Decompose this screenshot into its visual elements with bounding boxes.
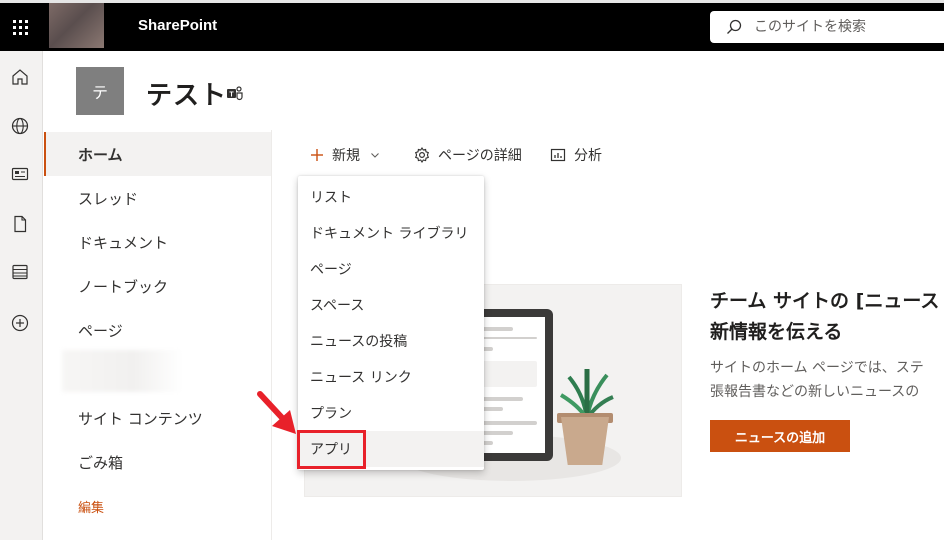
nav-item-label: ドキュメント bbox=[78, 233, 169, 252]
list-icon bbox=[12, 264, 28, 280]
plant-pot bbox=[561, 417, 609, 465]
search-box[interactable] bbox=[710, 11, 944, 43]
hero-desc-line: 張報告書などの新しいニュースの bbox=[710, 384, 920, 400]
suite-bar: SharePoint bbox=[0, 0, 944, 51]
nav-item-notebook[interactable]: ノートブック bbox=[44, 264, 271, 308]
menu-item-space[interactable]: スペース bbox=[298, 287, 484, 323]
site-logo-letter: テ bbox=[91, 83, 108, 102]
hero-desc-line: サイトのホーム ページでは、ステ bbox=[710, 360, 924, 376]
nav-item-label: ごみ箱 bbox=[78, 453, 124, 472]
menu-item-list[interactable]: リスト bbox=[298, 179, 484, 215]
menu-item-news-link[interactable]: ニュース リンク bbox=[298, 359, 484, 395]
appbar-sites-button[interactable] bbox=[8, 114, 32, 138]
new-button[interactable]: 新規 bbox=[310, 144, 380, 166]
search-icon bbox=[727, 19, 742, 34]
nav-edit-label: 編集 bbox=[78, 500, 105, 516]
search-input[interactable] bbox=[754, 19, 944, 35]
nav-item-documents[interactable]: ドキュメント bbox=[44, 220, 271, 264]
app-launcher-button[interactable] bbox=[0, 3, 40, 51]
appbar-create-button[interactable] bbox=[8, 311, 32, 335]
appbar-files-button[interactable] bbox=[8, 212, 32, 236]
organization-logo[interactable] bbox=[49, 3, 104, 48]
suite-bar-top-line bbox=[0, 0, 944, 3]
hero-title: チーム サイトの [ニュース 新情報を伝える bbox=[710, 286, 944, 348]
menu-item-page[interactable]: ページ bbox=[298, 251, 484, 287]
nav-item-label: ホーム bbox=[78, 145, 123, 164]
brand-name[interactable]: SharePoint bbox=[138, 17, 217, 34]
nav-item-site-contents[interactable]: サイト コンテンツ bbox=[44, 396, 271, 440]
page-details-label: ページの詳細 bbox=[438, 148, 522, 164]
hero-title-line: 新情報を伝える bbox=[710, 321, 843, 343]
add-circle-icon bbox=[11, 314, 29, 332]
gear-icon bbox=[414, 147, 430, 163]
site-title[interactable]: テスト bbox=[146, 75, 227, 112]
site-logo[interactable]: テ bbox=[76, 67, 124, 115]
menu-item-news-post[interactable]: ニュースの投稿 bbox=[298, 323, 484, 359]
site-navigation: ホーム スレッド ドキュメント ノートブック ページ サイト コンテンツ ごみ箱… bbox=[44, 130, 272, 540]
appbar-news-button[interactable] bbox=[8, 162, 32, 186]
highlight-box bbox=[297, 430, 366, 469]
hero-description: サイトのホーム ページでは、ステ 張報告書などの新しいニュースの bbox=[710, 356, 944, 404]
svg-text:T: T bbox=[229, 92, 234, 99]
new-dropdown-menu: リスト ドキュメント ライブラリ ページ スペース ニュースの投稿 ニュース リ… bbox=[298, 176, 484, 470]
plant-icon bbox=[559, 369, 614, 419]
analytics-label: 分析 bbox=[574, 148, 602, 164]
globe-icon bbox=[11, 117, 29, 135]
nav-item-label: スレッド bbox=[78, 189, 139, 208]
document-icon bbox=[14, 215, 27, 233]
page-details-button[interactable]: ページの詳細 bbox=[414, 144, 522, 166]
nav-item-pages[interactable]: ページ bbox=[44, 308, 271, 352]
chevron-down-icon bbox=[371, 153, 379, 158]
nav-item-label: ページ bbox=[78, 321, 123, 340]
add-news-button[interactable]: ニュースの追加 bbox=[710, 420, 850, 452]
waffle-icon bbox=[12, 19, 28, 35]
analytics-button[interactable]: 分析 bbox=[550, 144, 602, 166]
news-icon bbox=[11, 167, 29, 181]
teams-icon[interactable]: T bbox=[226, 86, 244, 102]
nav-item-home[interactable]: ホーム bbox=[44, 132, 271, 176]
nav-item-label: ノートブック bbox=[78, 277, 169, 296]
home-icon bbox=[12, 69, 28, 85]
nav-item-recycle-bin[interactable]: ごみ箱 bbox=[44, 440, 271, 484]
menu-item-plan[interactable]: プラン bbox=[298, 395, 484, 431]
app-bar bbox=[0, 51, 43, 540]
analytics-icon bbox=[550, 148, 566, 162]
redacted-nav-item bbox=[62, 350, 182, 392]
new-button-label: 新規 bbox=[332, 148, 360, 164]
nav-edit-link[interactable]: 編集 bbox=[44, 484, 271, 528]
nav-item-threads[interactable]: スレッド bbox=[44, 176, 271, 220]
appbar-lists-button[interactable] bbox=[8, 260, 32, 284]
red-arrow-icon bbox=[257, 391, 296, 434]
appbar-home-button[interactable] bbox=[8, 65, 32, 89]
plus-icon bbox=[311, 149, 323, 161]
menu-item-document-library[interactable]: ドキュメント ライブラリ bbox=[298, 215, 484, 251]
nav-item-label: サイト コンテンツ bbox=[78, 409, 203, 428]
hero-title-line: チーム サイトの [ニュース bbox=[710, 290, 940, 312]
